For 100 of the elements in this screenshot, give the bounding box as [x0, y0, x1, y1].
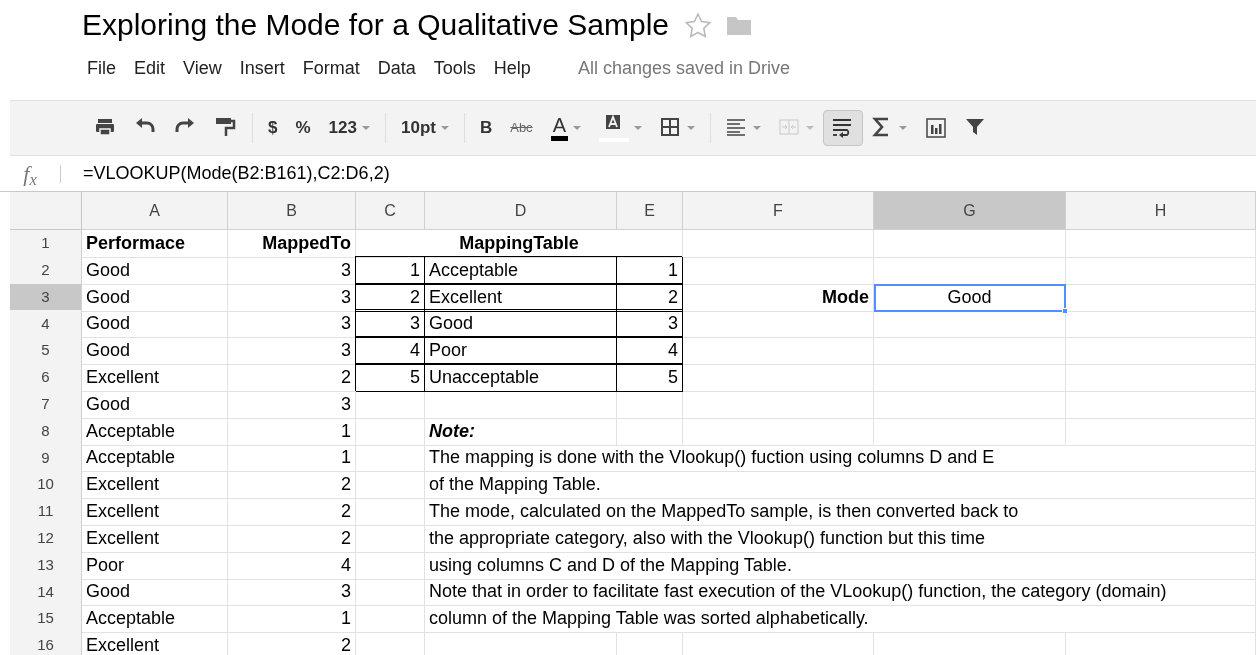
table-cell[interactable]: [874, 364, 1066, 392]
table-cell[interactable]: 1: [356, 256, 425, 285]
table-cell[interactable]: Excellent: [82, 471, 228, 500]
table-cell[interactable]: Acceptable: [82, 444, 228, 473]
menu-item[interactable]: Edit: [125, 54, 175, 82]
table-cell[interactable]: [425, 390, 617, 419]
table-cell[interactable]: Excellent: [82, 524, 228, 553]
table-cell[interactable]: 3: [228, 578, 356, 607]
table-cell[interactable]: [1066, 310, 1256, 339]
column-header[interactable]: D: [425, 192, 617, 230]
column-header[interactable]: G: [874, 192, 1066, 230]
table-cell[interactable]: [356, 417, 425, 446]
table-cell[interactable]: 2: [228, 524, 356, 553]
table-cell[interactable]: [356, 390, 425, 419]
table-cell[interactable]: [356, 497, 425, 526]
table-cell[interactable]: Good: [874, 283, 1066, 312]
table-cell[interactable]: [874, 337, 1066, 366]
table-cell[interactable]: Good: [82, 283, 228, 312]
menu-item[interactable]: Insert: [230, 54, 294, 82]
table-cell[interactable]: column of the Mapping Table was sorted alphabetically.: [425, 605, 1256, 634]
table-cell[interactable]: 1: [617, 256, 683, 285]
table-cell[interactable]: Good: [82, 256, 228, 285]
format-button[interactable]: %: [286, 110, 320, 146]
table-cell[interactable]: MappingTable: [356, 230, 683, 258]
table-cell[interactable]: [356, 471, 425, 500]
table-cell[interactable]: [617, 417, 683, 446]
table-cell[interactable]: 4: [617, 337, 683, 366]
table-cell[interactable]: 2: [228, 364, 356, 392]
table-cell[interactable]: 3: [228, 337, 356, 366]
row-header[interactable]: 4: [10, 310, 82, 339]
table-cell[interactable]: [683, 417, 874, 446]
menu-item[interactable]: Format: [293, 54, 369, 82]
menu-item[interactable]: Data: [368, 54, 425, 82]
table-cell[interactable]: [683, 390, 874, 419]
bold-button[interactable]: B: [470, 110, 502, 146]
row-header[interactable]: 8: [10, 417, 82, 446]
table-cell[interactable]: [1066, 390, 1256, 419]
menu-item[interactable]: Tools: [424, 54, 485, 82]
row-header[interactable]: 7: [10, 390, 82, 419]
table-cell[interactable]: 5: [617, 364, 683, 392]
format-button[interactable]: 10pt: [391, 110, 458, 146]
row-header[interactable]: 6: [10, 364, 82, 392]
row-header[interactable]: 5: [10, 337, 82, 366]
table-cell[interactable]: 3: [228, 390, 356, 419]
table-cell[interactable]: 3: [228, 310, 356, 339]
table-cell[interactable]: Excellent: [82, 364, 228, 392]
table-cell[interactable]: Good: [82, 337, 228, 366]
table-cell[interactable]: [617, 390, 683, 419]
corner-header[interactable]: [10, 192, 82, 230]
table-cell[interactable]: Performace: [82, 230, 228, 258]
format-button[interactable]: $: [259, 110, 287, 146]
table-cell[interactable]: 3: [356, 310, 425, 339]
table-cell[interactable]: Poor: [82, 551, 228, 580]
table-cell[interactable]: [1066, 417, 1256, 446]
table-cell[interactable]: [683, 364, 874, 392]
table-cell[interactable]: 2: [617, 283, 683, 312]
table-cell[interactable]: Excellent: [82, 631, 228, 655]
table-cell[interactable]: Excellent: [425, 283, 617, 312]
menu-item[interactable]: File: [78, 54, 125, 82]
menu-item[interactable]: Help: [484, 54, 540, 82]
table-cell[interactable]: Good: [82, 310, 228, 339]
table-cell[interactable]: [1066, 230, 1256, 258]
table-cell[interactable]: of the Mapping Table.: [425, 471, 1256, 500]
column-header[interactable]: C: [356, 192, 425, 230]
table-cell[interactable]: [356, 605, 425, 634]
text-color-button[interactable]: A: [541, 110, 590, 146]
table-cell[interactable]: 3: [617, 310, 683, 339]
table-cell[interactable]: [874, 230, 1066, 258]
table-cell[interactable]: [356, 444, 425, 473]
document-title[interactable]: Exploring the Mode for a Qualitative Sample: [82, 10, 669, 40]
row-header[interactable]: 12: [10, 524, 82, 553]
table-cell[interactable]: [683, 310, 874, 339]
row-header[interactable]: 3: [10, 283, 82, 312]
table-cell[interactable]: 2: [228, 497, 356, 526]
table-cell[interactable]: Acceptable: [82, 605, 228, 634]
table-cell[interactable]: [356, 524, 425, 553]
table-cell[interactable]: 2: [356, 283, 425, 312]
row-header[interactable]: 10: [10, 471, 82, 500]
row-header[interactable]: 2: [10, 256, 82, 285]
table-cell[interactable]: 3: [228, 256, 356, 285]
table-cell[interactable]: Excellent: [82, 497, 228, 526]
table-cell[interactable]: 1: [228, 605, 356, 634]
table-cell[interactable]: Note that in order to facilitate fast execution of the VLookup() function, the category (domain): [425, 578, 1256, 607]
table-cell[interactable]: Good: [425, 310, 617, 339]
table-cell[interactable]: 4: [228, 551, 356, 580]
table-cell[interactable]: Good: [82, 390, 228, 419]
row-header[interactable]: 16: [10, 631, 82, 655]
row-header[interactable]: 11: [10, 497, 82, 526]
table-cell[interactable]: [683, 337, 874, 366]
table-cell[interactable]: Unacceptable: [425, 364, 617, 392]
table-cell[interactable]: Acceptable: [82, 417, 228, 446]
table-cell[interactable]: Poor: [425, 337, 617, 366]
row-header[interactable]: 1: [10, 230, 82, 258]
table-cell[interactable]: Mode: [683, 283, 874, 312]
table-cell[interactable]: [1066, 256, 1256, 285]
table-cell[interactable]: Note:: [425, 417, 617, 446]
table-cell[interactable]: [1066, 283, 1256, 312]
menu-item[interactable]: View: [174, 54, 231, 82]
table-cell[interactable]: [1066, 364, 1256, 392]
table-cell[interactable]: using columns C and D of the Mapping Table.: [425, 551, 1256, 580]
